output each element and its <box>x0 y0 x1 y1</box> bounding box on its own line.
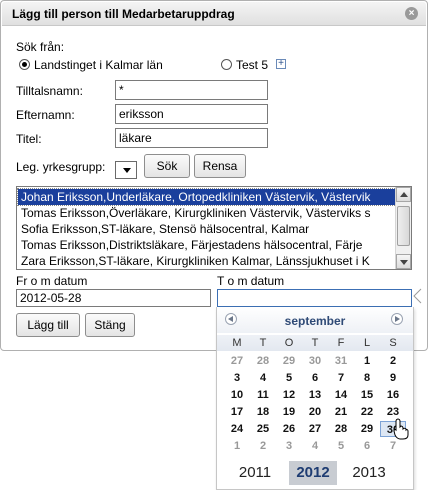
title-input[interactable]: läkare <box>115 128 268 148</box>
tooltip-pointer-icon <box>413 288 422 304</box>
calendar-day[interactable]: 7 <box>328 370 354 386</box>
calendar-day[interactable]: 28 <box>250 353 276 369</box>
weekday-label: O <box>284 337 294 349</box>
calendar-day[interactable]: 29 <box>276 353 302 369</box>
calendar-day[interactable]: 9 <box>380 370 406 386</box>
clear-button[interactable]: Rensa <box>194 154 246 178</box>
calendar-day[interactable]: 22 <box>354 404 380 420</box>
calendar-day[interactable]: 21 <box>328 404 354 420</box>
calendar-day[interactable]: 2 <box>250 438 276 454</box>
calendar-day[interactable]: 18 <box>250 404 276 420</box>
calendar-day[interactable]: 2 <box>380 353 406 369</box>
calendar-day[interactable]: 3 <box>276 438 302 454</box>
from-date-input[interactable]: 2012-05-28 <box>16 289 211 307</box>
arrow-up-icon <box>400 192 408 197</box>
calendar-day[interactable]: 5 <box>276 370 302 386</box>
calendar-year[interactable]: 2011 <box>231 461 279 485</box>
list-item[interactable]: Tomas Eriksson,Överläkare, Kirurgklinike… <box>18 205 396 221</box>
calendar-day[interactable]: 27 <box>302 421 328 437</box>
results-list[interactable]: Johan Eriksson,Underläkare, Ortopedklini… <box>16 186 412 270</box>
list-item[interactable]: Sofia Eriksson,ST-läkare, Stensö hälsoce… <box>18 221 396 237</box>
calendar-day[interactable]: 4 <box>250 370 276 386</box>
calendar-day[interactable]: 15 <box>354 387 380 403</box>
first-name-input[interactable]: * <box>115 80 268 100</box>
profession-group-label: Leg. yrkesgrupp: <box>16 160 106 174</box>
add-person-dialog: Lägg till person till Medarbetaruppdrag … <box>0 0 428 351</box>
weekday-label: M <box>232 337 242 349</box>
calendar-day[interactable]: 26 <box>276 421 302 437</box>
calendar-year[interactable]: 2013 <box>345 461 393 485</box>
add-button[interactable]: Lägg till <box>16 313 80 337</box>
calendar-day[interactable]: 12 <box>276 387 302 403</box>
calendar-day[interactable]: 17 <box>224 404 250 420</box>
calendar-day[interactable]: 13 <box>302 387 328 403</box>
list-item[interactable]: Tomas Eriksson,Distriktsläkare, Färjesta… <box>18 237 396 253</box>
radio-landstinget-label[interactable]: Landstinget i Kalmar län <box>34 58 163 72</box>
calendar-month: september <box>284 314 346 328</box>
scroll-thumb[interactable] <box>397 206 410 246</box>
to-date-label: T o m datum <box>217 274 285 288</box>
next-month-icon[interactable] <box>391 313 403 325</box>
results-scrollbar[interactable] <box>395 187 411 269</box>
close-icon[interactable]: × <box>405 7 418 20</box>
to-date-input[interactable] <box>217 289 412 307</box>
weekday-label: S <box>389 337 397 349</box>
weekday-label: L <box>363 337 371 349</box>
calendar-header: september <box>217 307 413 333</box>
calendar-day[interactable]: 20 <box>302 404 328 420</box>
calendar-day[interactable]: 4 <box>302 438 328 454</box>
calendar-day[interactable]: 31 <box>328 353 354 369</box>
radio-test5[interactable] <box>221 59 232 70</box>
scroll-up-button[interactable] <box>396 187 411 202</box>
calendar-day[interactable]: 30 <box>302 353 328 369</box>
calendar-day[interactable]: 25 <box>250 421 276 437</box>
calendar-day[interactable]: 1 <box>354 353 380 369</box>
calendar-day[interactable]: 19 <box>276 404 302 420</box>
calendar-day[interactable]: 7 <box>380 438 406 454</box>
calendar-day[interactable]: 14 <box>328 387 354 403</box>
calendar-day[interactable]: 16 <box>380 387 406 403</box>
close-button[interactable]: Stäng <box>85 313 135 337</box>
search-button[interactable]: Sök <box>144 154 190 178</box>
scroll-down-button[interactable] <box>396 254 411 269</box>
plus-icon[interactable]: + <box>276 59 286 69</box>
weekday-label: T <box>311 337 319 349</box>
weekday-label: F <box>337 337 345 349</box>
title-label: Titel: <box>16 132 42 146</box>
calendar-day[interactable]: 1 <box>224 438 250 454</box>
calendar-day[interactable]: 29 <box>354 421 380 437</box>
weekday-header: MTOTFLS <box>217 335 413 351</box>
first-name-label: Tilltalsnamn: <box>16 84 83 98</box>
radio-test5-label[interactable]: Test 5 <box>236 58 268 72</box>
weekday-label: T <box>259 337 267 349</box>
calendar-day[interactable]: 11 <box>250 387 276 403</box>
chevron-down-icon <box>123 168 131 173</box>
calendar-day[interactable]: 8 <box>354 370 380 386</box>
radio-landstinget[interactable] <box>19 59 30 70</box>
calendar-day[interactable]: 27 <box>224 353 250 369</box>
calendar-day[interactable]: 3 <box>224 370 250 386</box>
date-picker: september MTOTFLS 27 28 29 30 31 1 2 3 4 5 6 7 8 9 10 1… <box>216 307 414 490</box>
calendar-year[interactable]: 2012 <box>289 461 337 485</box>
last-name-label: Efternamn: <box>16 108 75 122</box>
dialog-title: Lägg till person till Medarbetaruppdrag <box>12 7 235 21</box>
calendar-day[interactable]: 6 <box>354 438 380 454</box>
calendar-day[interactable]: 6 <box>302 370 328 386</box>
arrow-down-icon <box>400 260 408 265</box>
from-date-label: Fr o m datum <box>16 274 88 288</box>
hand-cursor-icon <box>393 418 409 440</box>
list-item[interactable]: Johan Eriksson,Underläkare, Ortopedklini… <box>17 188 397 206</box>
calendar-day[interactable]: 10 <box>224 387 250 403</box>
last-name-input[interactable]: eriksson <box>115 104 268 124</box>
calendar-day[interactable]: 5 <box>328 438 354 454</box>
calendar-day[interactable]: 24 <box>224 421 250 437</box>
list-item[interactable]: Zara Eriksson,ST-läkare, Kirurgkliniken … <box>18 253 396 269</box>
dialog-titlebar[interactable]: Lägg till person till Medarbetaruppdrag … <box>2 2 426 26</box>
search-from-label: Sök från: <box>16 40 65 54</box>
profession-group-select[interactable] <box>115 161 137 179</box>
calendar-day[interactable]: 28 <box>328 421 354 437</box>
